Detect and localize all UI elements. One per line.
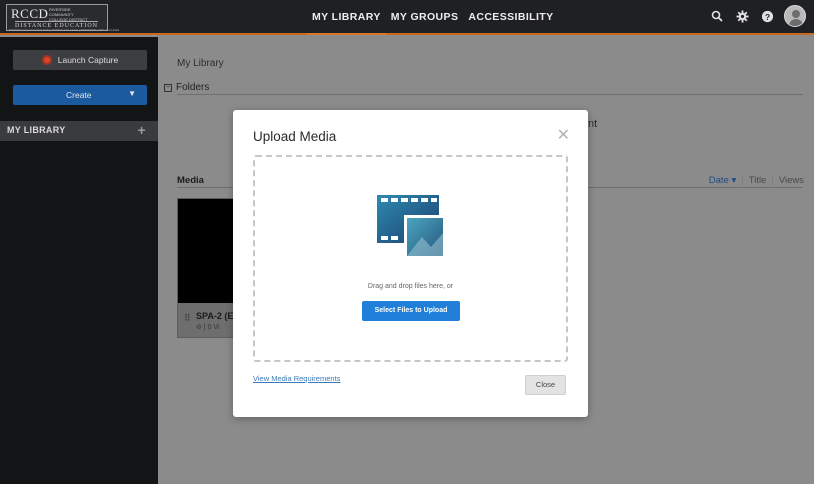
tab-my-library[interactable]: MY LIBRARY bbox=[307, 0, 386, 35]
media-upload-icon bbox=[377, 195, 446, 259]
folders-toggle[interactable]: − Folders bbox=[164, 82, 209, 93]
view-media-requirements-link[interactable]: View Media Requirements bbox=[253, 374, 340, 383]
logo-colleges: MORENO VALLEY COLLEGE | NORCO COLLEGE | … bbox=[9, 28, 120, 32]
chevron-down-icon: ▼ bbox=[128, 89, 136, 98]
tab-my-groups[interactable]: MY GROUPS bbox=[386, 0, 464, 35]
media-thumbnail[interactable] bbox=[178, 199, 238, 303]
select-files-button[interactable]: Select Files to Upload bbox=[362, 301, 460, 321]
main-nav: MY LIBRARY MY GROUPS ACCESSIBILITY bbox=[307, 0, 558, 35]
logo-acronym: RCCD bbox=[11, 6, 49, 21]
create-label: Create bbox=[66, 90, 92, 100]
collapse-icon: − bbox=[164, 83, 172, 92]
help-icon[interactable]: ? bbox=[759, 8, 775, 24]
logo-subtitle: RIVERSIDE COMMUNITY COLLEGE DISTRICT bbox=[49, 7, 88, 22]
sort-separator: | bbox=[771, 175, 774, 186]
svg-text:?: ? bbox=[764, 11, 769, 21]
tab-accessibility[interactable]: ACCESSIBILITY bbox=[463, 0, 558, 35]
obscured-text: nt bbox=[588, 118, 598, 130]
folders-label: Folders bbox=[176, 82, 210, 93]
media-heading: Media bbox=[177, 175, 204, 186]
upload-media-dialog: Upload Media ✕ Drag and drop files here,… bbox=[233, 110, 588, 417]
search-icon[interactable] bbox=[709, 8, 725, 24]
launch-capture-button[interactable]: Launch Capture bbox=[13, 50, 147, 70]
sidebar-item-my-library[interactable]: MY LIBRARY + bbox=[0, 121, 158, 141]
drop-zone[interactable]: Drag and drop files here, or Select File… bbox=[253, 155, 568, 362]
sort-options: Date ▾ | Title | Views bbox=[709, 175, 804, 186]
media-card[interactable]: ⠿ SPA-2 (E ⊘ | 0 Vi bbox=[177, 198, 238, 338]
record-icon bbox=[41, 55, 52, 65]
drag-drop-instruction: Drag and drop files here, or bbox=[367, 283, 454, 290]
sort-title[interactable]: Title bbox=[749, 175, 767, 186]
my-library-label: MY LIBRARY bbox=[7, 125, 66, 135]
add-icon[interactable]: + bbox=[138, 122, 146, 138]
create-button[interactable]: Create ▼ bbox=[13, 85, 147, 105]
gear-icon[interactable] bbox=[734, 8, 750, 24]
divider bbox=[177, 94, 803, 95]
user-avatar[interactable] bbox=[784, 5, 806, 27]
media-meta: ⊘ | 0 Vi bbox=[196, 324, 220, 331]
avatar-head bbox=[792, 10, 800, 18]
launch-capture-label: Launch Capture bbox=[57, 55, 119, 65]
sort-date-label: Date bbox=[708, 175, 729, 186]
header-icons: ? bbox=[709, 5, 806, 27]
drag-handle-icon[interactable]: ⠿ bbox=[184, 313, 191, 324]
sidebar: Launch Capture Create ▼ MY LIBRARY + bbox=[0, 37, 158, 484]
avatar-body bbox=[789, 19, 803, 26]
sort-separator: | bbox=[741, 175, 744, 186]
sort-date[interactable]: Date ▾ bbox=[709, 175, 737, 186]
sort-views[interactable]: Views bbox=[779, 175, 804, 186]
top-navigation-bar: RCCD RIVERSIDE COMMUNITY COLLEGE DISTRIC… bbox=[0, 0, 814, 35]
close-button[interactable]: Close bbox=[525, 375, 566, 395]
close-icon[interactable]: ✕ bbox=[557, 125, 570, 145]
breadcrumb[interactable]: My Library bbox=[177, 58, 224, 69]
media-title[interactable]: SPA-2 (E bbox=[196, 311, 233, 321]
rccd-logo[interactable]: RCCD RIVERSIDE COMMUNITY COLLEGE DISTRIC… bbox=[6, 4, 119, 32]
dialog-title: Upload Media bbox=[253, 129, 337, 144]
